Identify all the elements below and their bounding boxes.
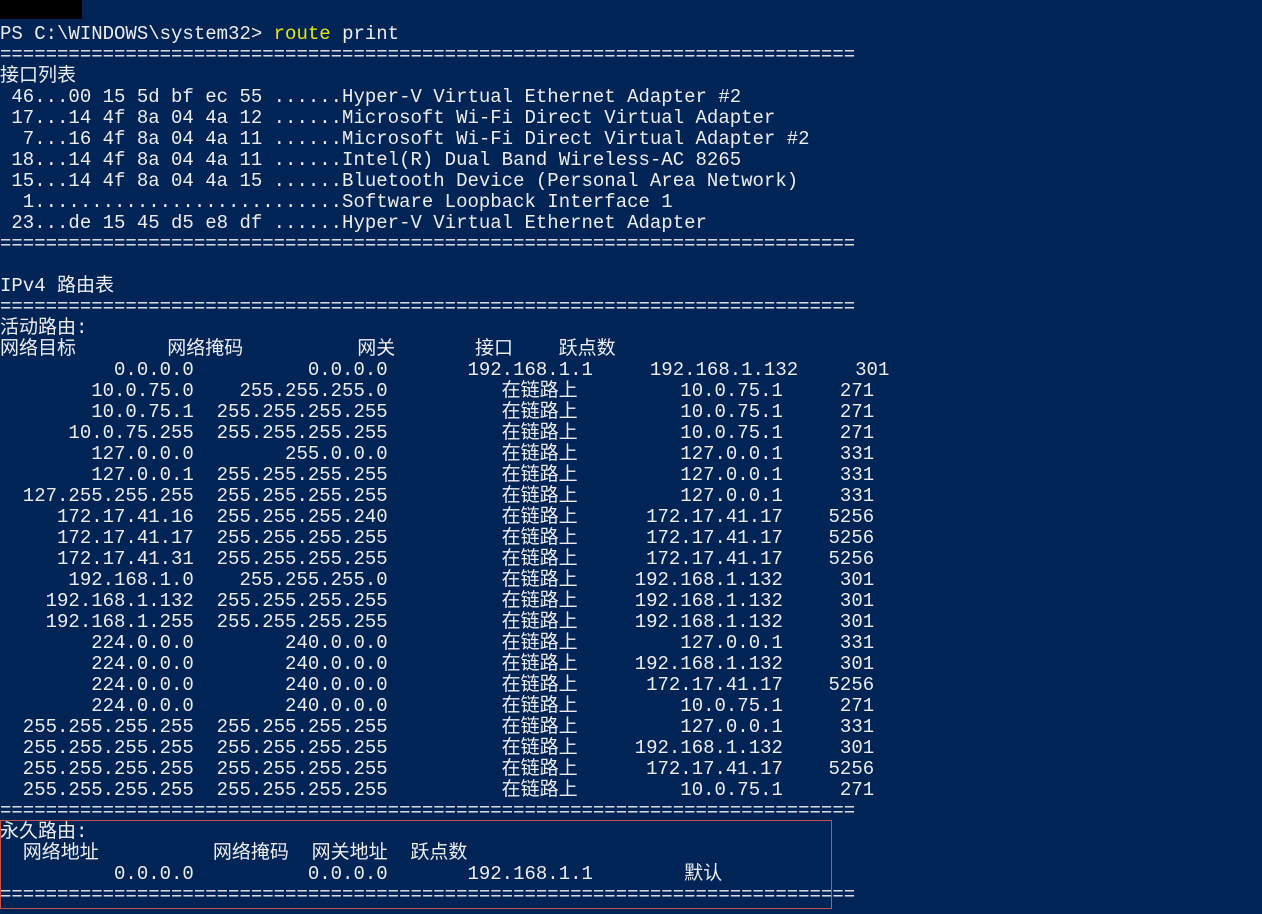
powershell-terminal[interactable]: PS C:\WINDOWS\system32> route print=====… [0,0,1262,914]
interface-entry: 1...........................Software Loo… [0,191,673,213]
interface-entry: 15...14 4f 8a 04 4a 15 ......Bluetooth D… [0,170,798,192]
route-row: 255.255.255.255 255.255.255.255 在链路上 10.… [0,779,874,801]
persistent-header: 网络地址 网络掩码 网关地址 跃点数 [0,842,467,864]
title-bar-cursor [0,0,82,19]
separator-line: ========================================… [0,233,855,255]
command-route: route [274,23,331,45]
route-row: 10.0.75.0 255.255.255.0 在链路上 10.0.75.1 2… [0,380,874,402]
route-row: 255.255.255.255 255.255.255.255 在链路上 172… [0,758,874,780]
interface-list-title: 接口列表 [0,65,76,87]
prompt-line[interactable]: PS C:\WINDOWS\system32> route print [0,24,889,45]
route-row: 192.168.1.132 255.255.255.255 在链路上 192.1… [0,590,874,612]
route-row: 224.0.0.0 240.0.0.0 在链路上 127.0.0.1 331 [0,632,874,654]
route-row: 172.17.41.31 255.255.255.255 在链路上 172.17… [0,548,874,570]
route-row: 172.17.41.16 255.255.255.240 在链路上 172.17… [0,506,874,528]
route-row: 224.0.0.0 240.0.0.0 在链路上 192.168.1.132 3… [0,653,874,675]
separator-line: ========================================… [0,44,855,66]
route-row: 224.0.0.0 240.0.0.0 在链路上 10.0.75.1 271 [0,695,874,717]
route-row: 10.0.75.255 255.255.255.255 在链路上 10.0.75… [0,422,874,444]
route-row: 224.0.0.0 240.0.0.0 在链路上 172.17.41.17 52… [0,674,874,696]
route-row: 127.0.0.1 255.255.255.255 在链路上 127.0.0.1… [0,464,874,486]
route-table-header: 网络目标 网络掩码 网关 接口 跃点数 [0,338,616,360]
route-row: 0.0.0.0 0.0.0.0 192.168.1.1 192.168.1.13… [0,359,889,381]
interface-entry: 23...de 15 45 d5 e8 df ......Hyper-V Vir… [0,212,707,234]
ipv4-route-table-title: IPv4 路由表 [0,275,114,297]
route-row: 127.0.0.0 255.0.0.0 在链路上 127.0.0.1 331 [0,443,874,465]
persistent-routes-title: 永久路由: [0,821,87,843]
persistent-route-row: 0.0.0.0 0.0.0.0 192.168.1.1 默认 [0,863,722,885]
route-row: 172.17.41.17 255.255.255.255 在链路上 172.17… [0,527,874,549]
route-row: 255.255.255.255 255.255.255.255 在链路上 192… [0,737,874,759]
interface-entry: 17...14 4f 8a 04 4a 12 ......Microsoft W… [0,107,775,129]
command-arg: print [331,23,399,45]
route-row: 192.168.1.0 255.255.255.0 在链路上 192.168.1… [0,569,874,591]
separator-line: ========================================… [0,296,855,318]
route-row: 127.255.255.255 255.255.255.255 在链路上 127… [0,485,874,507]
active-routes-title: 活动路由: [0,317,87,339]
separator-line: ========================================… [0,800,855,822]
interface-entry: 7...16 4f 8a 04 4a 11 ......Microsoft Wi… [0,128,810,150]
terminal-output: PS C:\WINDOWS\system32> route print=====… [0,24,889,906]
route-row: 192.168.1.255 255.255.255.255 在链路上 192.1… [0,611,874,633]
interface-entry: 18...14 4f 8a 04 4a 11 ......Intel(R) Du… [0,149,741,171]
route-row: 255.255.255.255 255.255.255.255 在链路上 127… [0,716,874,738]
interface-entry: 46...00 15 5d bf ec 55 ......Hyper-V Vir… [0,86,741,108]
separator-line: ========================================… [0,884,855,906]
prompt-path: PS C:\WINDOWS\system32> [0,23,274,45]
route-row: 10.0.75.1 255.255.255.255 在链路上 10.0.75.1… [0,401,874,423]
